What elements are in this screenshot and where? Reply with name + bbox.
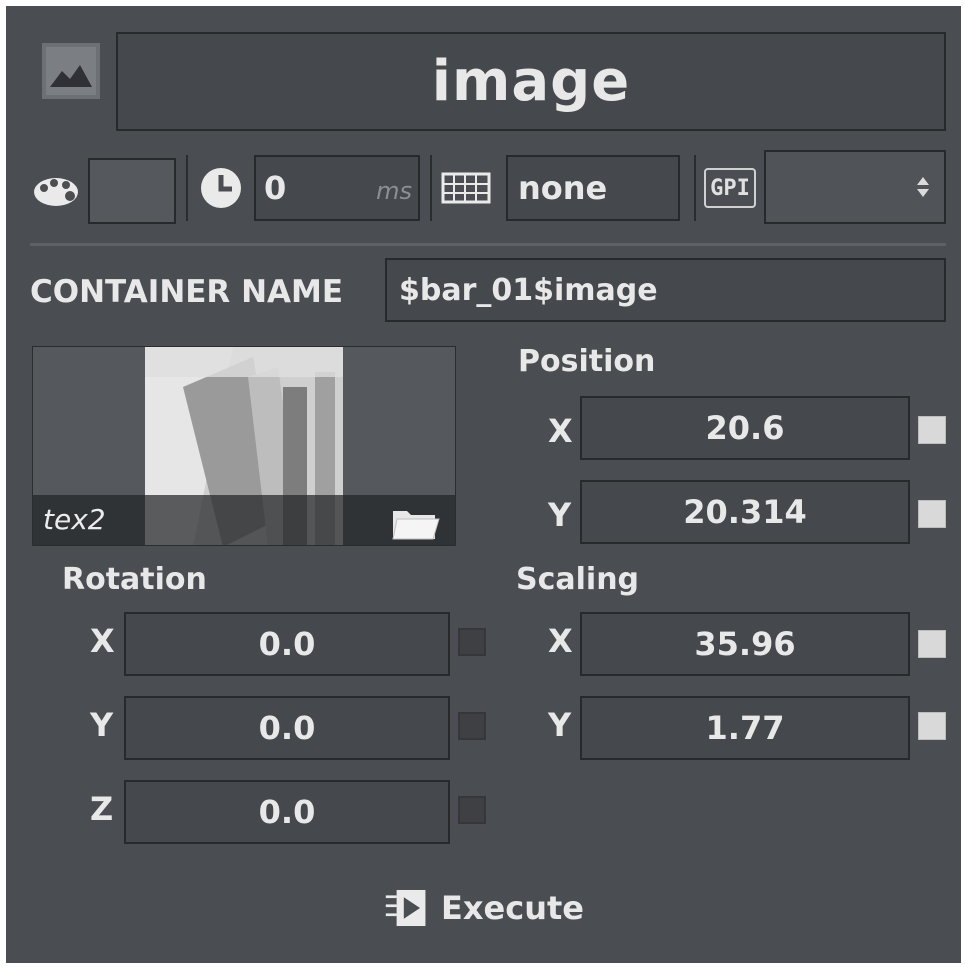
scaling-x-input[interactable]: 35.96 bbox=[580, 612, 910, 676]
toolbar-divider bbox=[186, 155, 188, 221]
palette-icon[interactable] bbox=[30, 170, 82, 210]
keyboard-shortcut-field[interactable]: none bbox=[506, 155, 680, 221]
select-arrows-icon bbox=[917, 177, 929, 197]
scaling-y-input[interactable]: 1.77 bbox=[580, 696, 910, 760]
delay-input[interactable]: 0 ms bbox=[254, 155, 420, 221]
rotation-z-checkbox[interactable] bbox=[458, 796, 486, 824]
rotation-x-input[interactable]: 0.0 bbox=[124, 612, 450, 676]
position-x-label: X bbox=[548, 412, 573, 450]
execute-button[interactable]: Execute bbox=[384, 882, 584, 934]
scaling-y-label: Y bbox=[548, 706, 572, 744]
gpi-icon: GPI bbox=[704, 168, 756, 208]
scaling-x-checkbox[interactable] bbox=[918, 630, 946, 658]
position-y-label: Y bbox=[548, 496, 572, 534]
rotation-x-checkbox[interactable] bbox=[458, 628, 486, 656]
keyboard-shortcut-value: none bbox=[518, 169, 608, 207]
rotation-z-input[interactable]: 0.0 bbox=[124, 780, 450, 844]
scaling-label: Scaling bbox=[516, 562, 640, 597]
rotation-x-label: X bbox=[90, 622, 115, 660]
keyboard-icon bbox=[441, 172, 491, 204]
position-x-input[interactable]: 20.6 bbox=[580, 396, 910, 460]
rotation-y-checkbox[interactable] bbox=[458, 712, 486, 740]
container-name-field[interactable]: $bar_01$image bbox=[385, 258, 946, 322]
rotation-y-input[interactable]: 0.0 bbox=[124, 696, 450, 760]
rotation-y-label: Y bbox=[90, 706, 114, 744]
section-divider bbox=[30, 243, 946, 246]
texture-name: tex2 bbox=[43, 503, 106, 536]
color-swatch[interactable] bbox=[88, 158, 176, 224]
execute-label: Execute bbox=[441, 889, 584, 927]
gpi-label: GPI bbox=[710, 175, 750, 201]
scaling-y-checkbox[interactable] bbox=[918, 712, 946, 740]
title-field[interactable]: image bbox=[116, 32, 946, 131]
toolbar-divider bbox=[430, 155, 432, 221]
position-x-checkbox[interactable] bbox=[918, 416, 946, 444]
toolbar-divider bbox=[694, 155, 696, 221]
gpi-select[interactable] bbox=[764, 150, 946, 224]
container-name-label: CONTAINER NAME bbox=[30, 274, 344, 310]
clock-icon bbox=[198, 163, 244, 213]
position-y-checkbox[interactable] bbox=[918, 500, 946, 528]
rotation-z-label: Z bbox=[90, 790, 114, 828]
delay-value: 0 bbox=[264, 169, 287, 207]
texture-preview[interactable]: tex2 bbox=[32, 346, 456, 546]
position-label: Position bbox=[518, 344, 656, 379]
folder-icon[interactable] bbox=[391, 505, 441, 541]
position-y-input[interactable]: 20.314 bbox=[580, 480, 910, 544]
execute-icon bbox=[385, 889, 426, 927]
container-name-value: $bar_01$image bbox=[399, 272, 658, 308]
image-type-icon bbox=[42, 43, 100, 99]
delay-unit: ms bbox=[376, 177, 412, 205]
rotation-label: Rotation bbox=[62, 562, 207, 597]
scaling-x-label: X bbox=[548, 622, 573, 660]
